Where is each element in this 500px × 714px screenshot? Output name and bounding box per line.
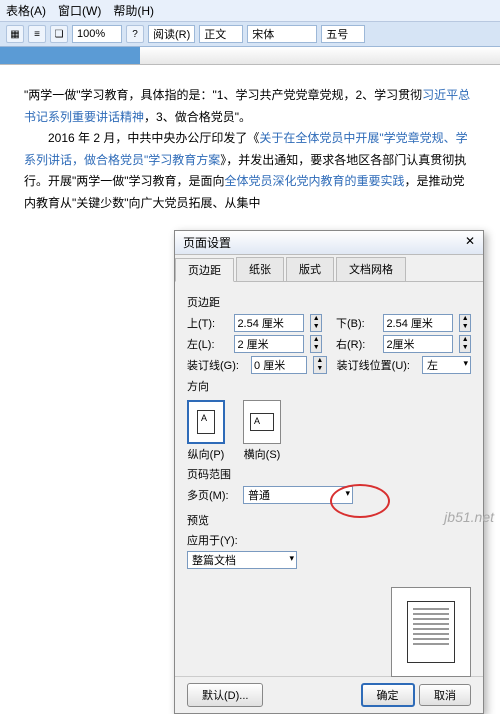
dialog-title: 页面设置 [183,234,231,251]
tab-grid[interactable]: 文档网格 [336,257,406,281]
orient-group-label: 方向 [187,378,471,394]
help-icon[interactable]: ? [126,25,144,43]
bottom-input[interactable] [383,314,453,332]
left-label: 左(L): [187,336,228,352]
link-text: 全体党员深化党内教育的重要实践 [225,174,405,188]
page-setup-dialog: 页面设置 ✕ 页边距 纸张 版式 文档网格 页边距 上(T): ▲▼ 下(B):… [174,230,484,714]
gutter-input[interactable] [251,356,307,374]
bottom-label: 下(B): [336,315,377,331]
spinner[interactable]: ▲▼ [310,314,322,332]
dialog-tabs: 页边距 纸张 版式 文档网格 [175,255,483,282]
tab-paper[interactable]: 纸张 [236,257,284,281]
apply-select[interactable]: 整篇文档 [187,551,297,569]
preview-page-icon [407,601,455,663]
menu-table[interactable]: 表格(A) [6,2,46,19]
document-body[interactable]: "两学一做"学习教育，具体指的是："1、学习共产党党章党规，2、学习贯彻习近平总… [0,65,500,215]
size-box[interactable]: 五号 [321,25,365,43]
right-input[interactable] [383,335,453,353]
spinner[interactable]: ▲▼ [459,335,471,353]
landscape-label: 横向(S) [243,446,281,462]
toolbar-button[interactable]: ▦ [6,25,24,43]
preview-label: 预览 [187,512,471,528]
gutterpos-label: 装订线位置(U): [337,357,416,373]
gutter-label: 装订线(G): [187,357,245,373]
dialog-buttons: 默认(D)... 确定 取消 [175,676,483,713]
landscape-option[interactable]: A [243,400,281,444]
menu-window[interactable]: 窗口(W) [58,2,101,19]
right-label: 右(R): [336,336,377,352]
watermark: jb51.net [444,509,494,525]
annotation-circle [330,484,390,518]
top-label: 上(T): [187,315,228,331]
font-box[interactable]: 宋体 [247,25,317,43]
zoom-box[interactable]: 100% [72,25,122,43]
tab-margin[interactable]: 页边距 [175,258,234,282]
ruler [0,47,500,65]
spinner[interactable]: ▲▼ [313,356,327,374]
top-input[interactable] [234,314,304,332]
portrait-label: 纵向(P) [187,446,225,462]
tab-layout[interactable]: 版式 [286,257,334,281]
spinner[interactable]: ▲▼ [310,335,322,353]
toolbar-button[interactable]: ❏ [50,25,68,43]
dialog-body: 页边距 上(T): ▲▼ 下(B): ▲▼ 左(L): ▲▼ 右(R): ▲▼ … [175,282,483,676]
range-label: 页码范围 [187,466,471,482]
gutterpos-select[interactable]: 左 [422,356,471,374]
preview-box [391,587,471,677]
cancel-button[interactable]: 取消 [419,684,471,706]
read-button[interactable]: 阅读(R) [148,25,195,43]
text: ，3、做合格党员"。 [144,110,251,124]
toolbar: ▦ ≡ ❏ 100% ? 阅读(R) 正文 宋体 五号 [0,22,500,47]
spinner[interactable]: ▲▼ [459,314,471,332]
default-button[interactable]: 默认(D)... [187,683,263,707]
margin-group-label: 页边距 [187,294,471,310]
close-icon[interactable]: ✕ [465,234,475,251]
portrait-option[interactable]: A [187,400,225,444]
style-box[interactable]: 正文 [199,25,243,43]
dialog-titlebar: 页面设置 ✕ [175,231,483,255]
toolbar-button[interactable]: ≡ [28,25,46,43]
text: "两学一做"学习教育，具体指的是："1、学习共产党党章党规，2、学习贯彻 [24,88,422,102]
ok-button[interactable]: 确定 [361,683,415,707]
menu-bar: 表格(A) 窗口(W) 帮助(H) [0,0,500,22]
text: 2016 年 2 月，中共中央办公厅印发了《 [48,131,259,145]
multi-label: 多页(M): [187,487,237,503]
apply-label: 应用于(Y): [187,532,243,548]
left-input[interactable] [234,335,304,353]
menu-help[interactable]: 帮助(H) [113,2,154,19]
